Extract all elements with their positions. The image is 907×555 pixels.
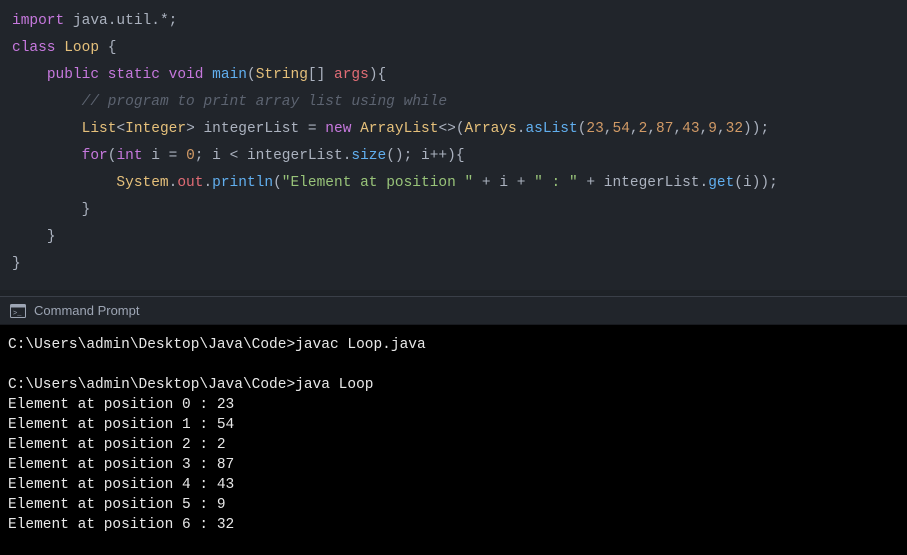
- code-line-1: import java.util.*;: [12, 8, 895, 35]
- code-line-4: // program to print array list using whi…: [12, 89, 895, 116]
- terminal-line: C:\Users\admin\Desktop\Java\Code>javac L…: [8, 337, 426, 353]
- terminal-output[interactable]: C:\Users\admin\Desktop\Java\Code>javac L…: [0, 325, 907, 555]
- keyword-class: class: [12, 40, 56, 56]
- package-path: java.util.: [73, 13, 160, 29]
- terminal-output-line: Element at position 6 : 32: [8, 517, 234, 533]
- terminal-output-line: Element at position 5 : 9: [8, 497, 226, 513]
- terminal-title: Command Prompt: [34, 303, 139, 318]
- method-main: main: [212, 67, 247, 83]
- code-line-8: }: [12, 197, 895, 224]
- code-line-9: }: [12, 224, 895, 251]
- terminal-header: >_ Command Prompt: [0, 297, 907, 325]
- terminal-output-line: Element at position 3 : 87: [8, 457, 234, 473]
- code-line-10: }: [12, 251, 895, 278]
- terminal-output-line: Element at position 4 : 43: [8, 477, 234, 493]
- code-editor[interactable]: import java.util.*; class Loop { public …: [0, 0, 907, 290]
- comment: // program to print array list using whi…: [82, 94, 447, 110]
- keyword-import: import: [12, 13, 64, 29]
- terminal-output-line: Element at position 0 : 23: [8, 397, 234, 413]
- terminal-icon: >_: [10, 304, 26, 318]
- code-line-2: class Loop {: [12, 35, 895, 62]
- terminal-line: C:\Users\admin\Desktop\Java\Code>java Lo…: [8, 377, 373, 393]
- terminal-output-line: Element at position 2 : 2: [8, 437, 226, 453]
- code-line-5: List<Integer> integerList = new ArrayLis…: [12, 116, 895, 143]
- code-line-7: System.out.println("Element at position …: [12, 170, 895, 197]
- terminal-output-line: Element at position 1 : 54: [8, 417, 234, 433]
- code-line-3: public static void main(String[] args){: [12, 62, 895, 89]
- svg-text:>_: >_: [13, 310, 22, 318]
- code-line-6: for(int i = 0; i < integerList.size(); i…: [12, 143, 895, 170]
- class-name: Loop: [64, 40, 99, 56]
